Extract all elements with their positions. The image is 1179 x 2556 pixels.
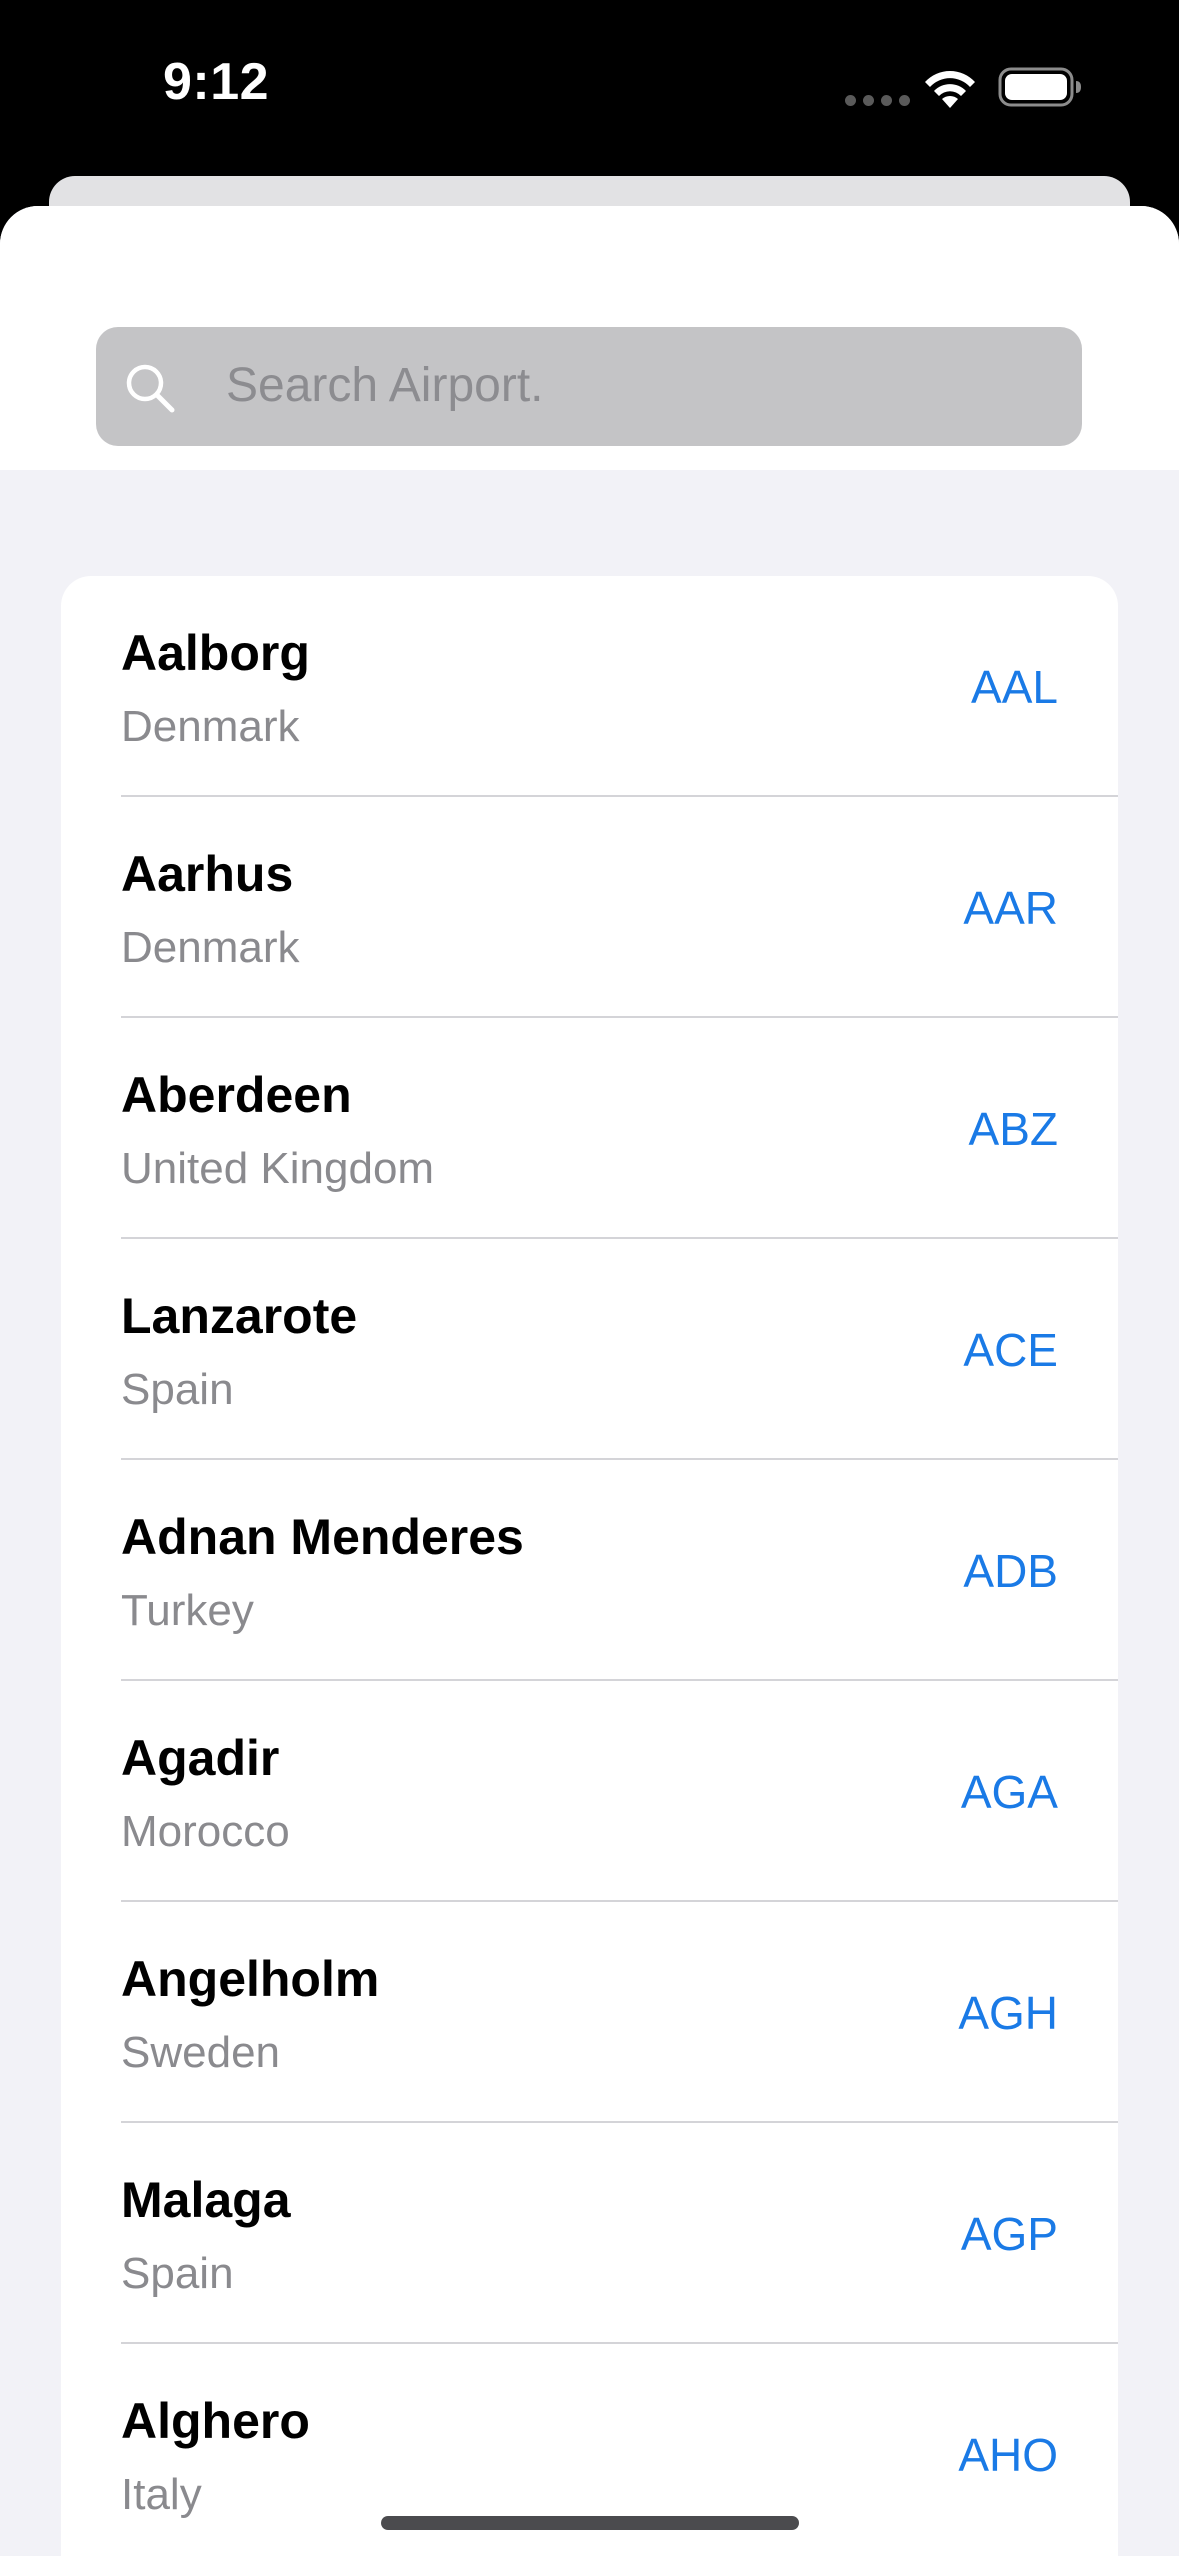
airport-city: Aberdeen	[121, 1067, 352, 1123]
airport-code: ABZ	[968, 1103, 1058, 1155]
search-placeholder: Search Airport.	[226, 359, 544, 412]
airport-country: Spain	[121, 2249, 234, 2298]
airport-country: Spain	[121, 1365, 234, 1414]
airport-row[interactable]: Adnan Menderes Turkey ADB	[61, 1460, 1118, 1681]
airport-row[interactable]: Lanzarote Spain ACE	[61, 1239, 1118, 1460]
airport-country: Sweden	[121, 2028, 281, 2077]
airport-city: Angelholm	[121, 1951, 380, 2007]
airport-row[interactable]: Aberdeen United Kingdom ABZ	[61, 1018, 1118, 1239]
airport-row[interactable]: Agadir Morocco AGA	[61, 1681, 1118, 1902]
airport-city: Aarhus	[121, 846, 294, 902]
airport-row[interactable]: Malaga Spain AGP	[61, 2123, 1118, 2344]
airport-country: Denmark	[121, 702, 300, 751]
airport-country: United Kingdom	[121, 1144, 435, 1193]
airport-row[interactable]: Aarhus Denmark AAR	[61, 797, 1118, 1018]
wifi-icon	[925, 71, 975, 108]
status-bar: 9:12	[0, 0, 1179, 176]
airport-picker-sheet: Search Airport. Aalborg Denmark AAL Aarh…	[0, 206, 1179, 2556]
airport-code: AGH	[958, 1987, 1058, 2039]
airport-city: Alghero	[121, 2393, 310, 2449]
airport-code: AGP	[960, 2208, 1058, 2260]
airport-row[interactable]: Aalborg Denmark AAL	[61, 576, 1118, 797]
airport-country: Italy	[121, 2470, 202, 2519]
airport-code: AGA	[960, 1766, 1058, 1818]
battery-icon	[998, 67, 1081, 107]
airport-country: Morocco	[121, 1807, 290, 1856]
airport-code: ACE	[963, 1324, 1058, 1376]
airport-city: Malaga	[121, 2172, 291, 2228]
cellular-signal-icon	[845, 95, 910, 106]
airport-code: ADB	[963, 1545, 1058, 1597]
airport-city: Aalborg	[121, 625, 310, 681]
airport-country: Denmark	[121, 923, 300, 972]
airport-list: Aalborg Denmark AAL Aarhus Denmark AAR A…	[61, 576, 1118, 2556]
airport-city: Adnan Menderes	[121, 1509, 524, 1565]
search-header: Search Airport.	[0, 206, 1179, 470]
airport-city: Agadir	[121, 1730, 280, 1786]
airport-code: AAR	[963, 882, 1058, 934]
status-time: 9:12	[163, 53, 270, 111]
app-screen: 9:12 Search Airport. Aalborg Denmark AAL…	[0, 0, 1179, 2556]
search-icon	[126, 364, 175, 413]
airport-country: Turkey	[121, 1586, 254, 1635]
home-indicator[interactable]	[381, 2516, 799, 2530]
airport-city: Lanzarote	[121, 1288, 358, 1344]
airport-row[interactable]: Angelholm Sweden AGH	[61, 1902, 1118, 2123]
airport-code: AAL	[971, 661, 1058, 713]
airport-code: AHO	[958, 2429, 1058, 2481]
